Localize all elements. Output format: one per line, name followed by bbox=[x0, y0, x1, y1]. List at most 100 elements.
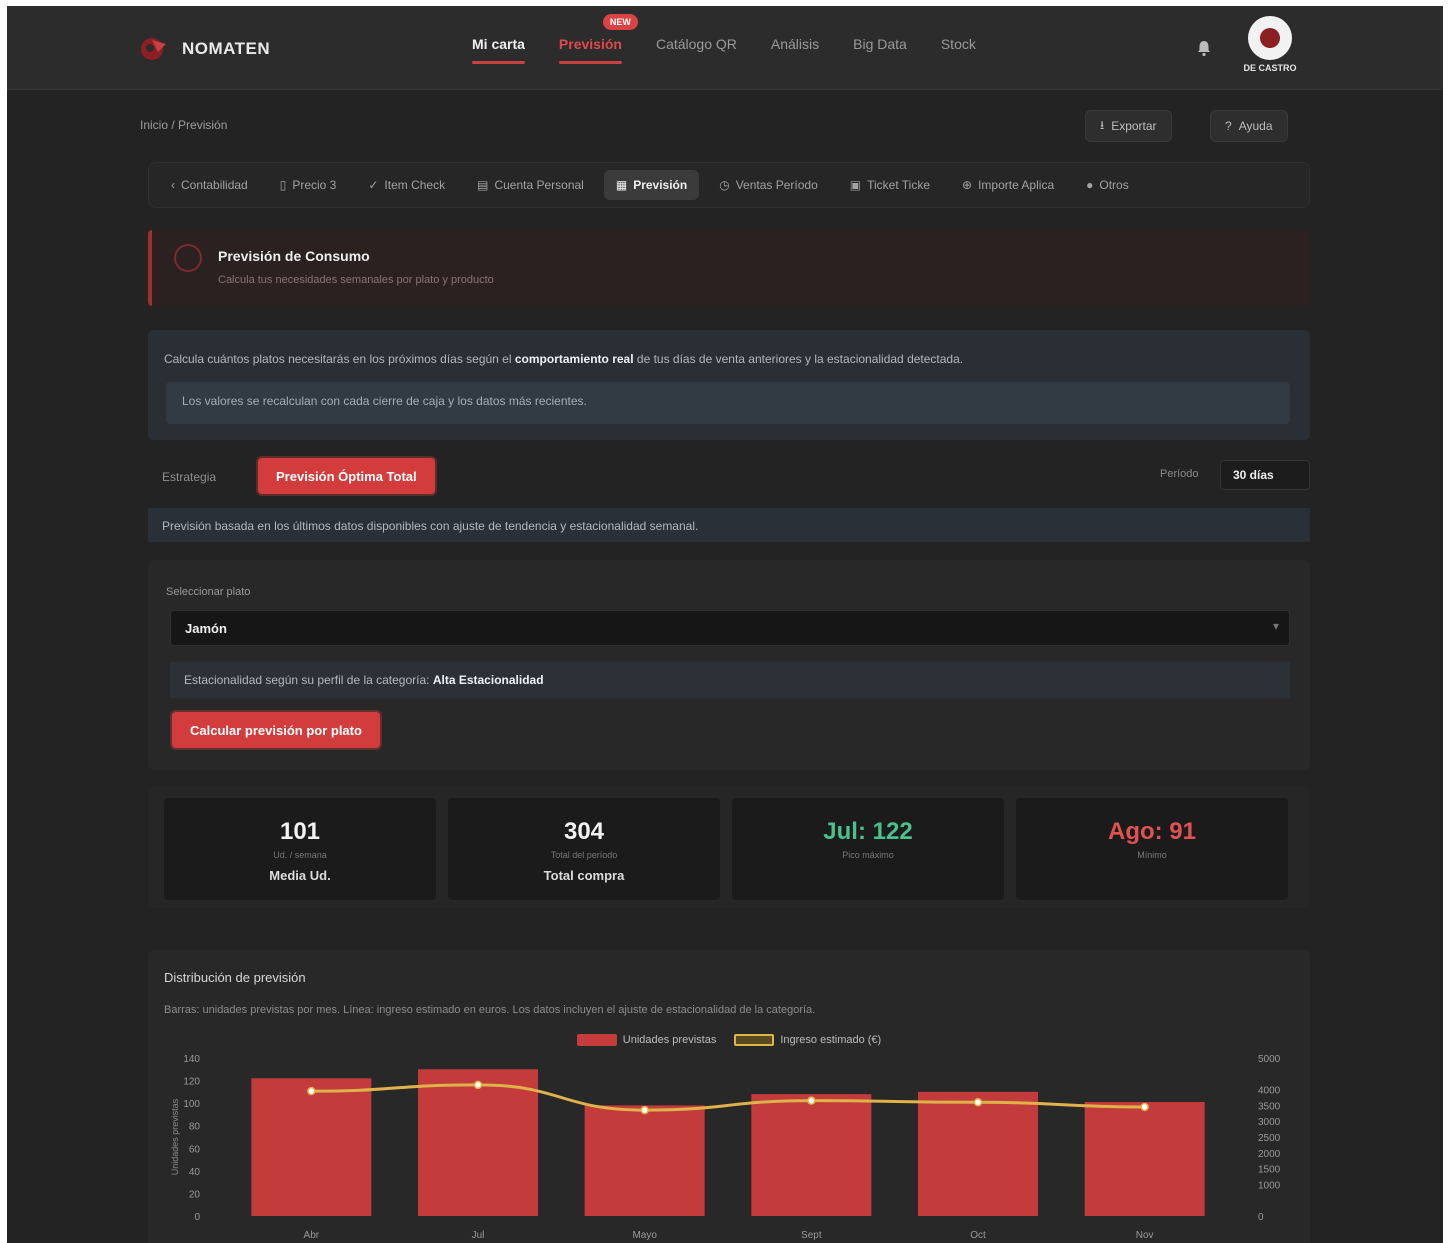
y-tick-label: 60 bbox=[189, 1144, 201, 1155]
legend-swatch bbox=[576, 1034, 617, 1046]
dish-select-value: Jamón bbox=[185, 621, 227, 636]
chart-subtitle: Barras: unidades previstas por mes. Líne… bbox=[164, 1004, 816, 1016]
period-label: Período bbox=[1160, 468, 1199, 480]
period-select[interactable]: 30 días bbox=[1220, 460, 1310, 490]
line-point bbox=[473, 1080, 483, 1090]
info-note: Los valores se recalculan con cada cierr… bbox=[166, 382, 1290, 424]
help-button[interactable]: ? Ayuda bbox=[1210, 110, 1288, 142]
stat-value: 101 bbox=[279, 818, 321, 845]
stats-row: 101 Ud. / semana Media Ud. 304 Total del… bbox=[148, 786, 1310, 908]
tab-contabilidad[interactable]: ‹ Contabilidad bbox=[159, 170, 260, 200]
chart-title: Distribución de previsión bbox=[164, 970, 306, 985]
y2-tick-label: 0 bbox=[1258, 1212, 1264, 1223]
check-icon: ✓ bbox=[368, 178, 379, 192]
bar bbox=[418, 1069, 538, 1216]
y2-tick-label: 2000 bbox=[1258, 1149, 1281, 1160]
more-icon: ● bbox=[1086, 178, 1094, 192]
chart-legend: Unidades previstas Ingreso estimado (€) bbox=[148, 1034, 1310, 1046]
breadcrumb: Inicio / Previsión bbox=[140, 118, 228, 132]
section-subtitle: Calcula tus necesidades semanales por pl… bbox=[218, 274, 494, 286]
avatar bbox=[1248, 16, 1292, 60]
stat-card: Ago: 91 Mínimo bbox=[1016, 798, 1288, 900]
nav-catalogo-qr[interactable]: Catálogo QR bbox=[656, 36, 737, 64]
info-text-bold: comportamiento real bbox=[514, 352, 634, 366]
ticket-icon: ▣ bbox=[849, 178, 862, 192]
x-tick-label: Mayo bbox=[632, 1230, 657, 1241]
stat-sub: Total compra bbox=[543, 868, 625, 883]
amount-icon: ⊕ bbox=[962, 178, 973, 192]
line-point bbox=[973, 1097, 983, 1107]
user-menu[interactable]: DE CASTRO bbox=[1235, 16, 1305, 73]
sales-icon: ◷ bbox=[719, 178, 730, 192]
y2-tick-label: 3500 bbox=[1258, 1101, 1281, 1112]
brand-name: NOMATEN bbox=[182, 39, 271, 58]
tab-prevision[interactable]: ▦ Previsión bbox=[603, 170, 700, 200]
stat-value: 304 bbox=[563, 818, 605, 845]
x-tick-label: Abr bbox=[304, 1230, 320, 1241]
tab-importe[interactable]: ⊕ Importe Aplica bbox=[950, 170, 1066, 200]
bar bbox=[918, 1091, 1038, 1216]
nav-analisis[interactable]: Análisis bbox=[771, 36, 819, 64]
tab-label: Importe Aplica bbox=[978, 178, 1055, 192]
top-navbar: NOMATEN Mi carta Previsión NEW Catálogo … bbox=[7, 6, 1443, 90]
nav-stock[interactable]: Stock bbox=[941, 36, 976, 64]
tab-otros[interactable]: ● Otros bbox=[1074, 170, 1141, 200]
stat-label: Pico máximo bbox=[842, 850, 894, 860]
tab-label: Cuenta Personal bbox=[494, 178, 584, 192]
y-axis-label: Unidades previstas bbox=[170, 1098, 180, 1175]
dish-select[interactable]: Jamón ▾ bbox=[170, 610, 1290, 646]
forecast-chart: 0 20 40 60 80 100 120 140 Unidades previstas 0 100… bbox=[170, 1054, 1281, 1241]
y2-tick-label: 4000 bbox=[1258, 1086, 1281, 1097]
tab-ticket[interactable]: ▣ Ticket Ticke bbox=[838, 170, 942, 200]
y-tick-label: 80 bbox=[189, 1122, 201, 1133]
export-label: Exportar bbox=[1111, 119, 1157, 133]
tab-label: Ticket Ticke bbox=[867, 178, 931, 192]
tab-item-check[interactable]: ✓ Item Check bbox=[356, 170, 457, 200]
y2-tick-label: 1000 bbox=[1258, 1180, 1281, 1191]
strategy-label: Estrategia bbox=[162, 470, 217, 484]
stat-card: 101 Ud. / semana Media Ud. bbox=[164, 798, 436, 900]
forecast-icon: ▦ bbox=[615, 178, 628, 192]
info-text: Calcula cuántos platos necesitarás en lo… bbox=[164, 352, 963, 366]
forecast-circle-icon bbox=[174, 244, 202, 272]
x-tick-label: Jul bbox=[472, 1230, 485, 1241]
info-panel: Calcula cuántos platos necesitarás en lo… bbox=[148, 330, 1310, 440]
stat-label: Mínimo bbox=[1137, 850, 1167, 860]
price-icon: ▯ bbox=[279, 178, 287, 192]
stat-sub: Media Ud. bbox=[269, 868, 331, 883]
toolbar: Inicio / Previsión ⭳ Exportar ? Ayuda bbox=[140, 108, 1310, 144]
strategy-button[interactable]: Previsión Óptima Total bbox=[258, 458, 435, 494]
bar bbox=[1084, 1102, 1205, 1216]
bar bbox=[251, 1078, 372, 1216]
nav-big-data[interactable]: Big Data bbox=[853, 36, 907, 64]
stat-value: Ago: 91 bbox=[1107, 818, 1196, 845]
strategy-description: Previsión basada en los últimos datos di… bbox=[148, 508, 1310, 542]
x-tick-label: Sept bbox=[801, 1230, 822, 1241]
dish-form: Seleccionar plato Jamón ▾ Estacionalidad… bbox=[148, 560, 1310, 770]
legend-label: Ingreso estimado (€) bbox=[780, 1034, 882, 1046]
x-tick-label: Nov bbox=[1136, 1230, 1154, 1241]
legend-line[interactable]: Ingreso estimado (€) bbox=[734, 1034, 881, 1046]
section-header: Previsión de Consumo Calcula tus necesid… bbox=[148, 230, 1310, 306]
brand-logo[interactable]: NOMATEN bbox=[138, 32, 270, 66]
nav-prevision-label: Previsión bbox=[558, 36, 622, 52]
stat-value: Jul: 122 bbox=[823, 818, 913, 845]
legend-label: Unidades previstas bbox=[622, 1034, 717, 1046]
y-tick-label: 40 bbox=[189, 1167, 201, 1178]
bell-icon[interactable] bbox=[1195, 39, 1213, 57]
x-tick-label: Oct bbox=[970, 1230, 986, 1241]
tab-label: Contabilidad bbox=[181, 178, 248, 192]
tab-label: Precio 3 bbox=[292, 178, 337, 192]
y-tick-label: 20 bbox=[189, 1189, 201, 1200]
export-button[interactable]: ⭳ Exportar bbox=[1085, 110, 1172, 142]
nav-mi-carta[interactable]: Mi carta bbox=[472, 36, 525, 64]
calculate-button[interactable]: Calcular previsión por plato bbox=[172, 712, 380, 748]
line-point bbox=[1140, 1102, 1149, 1112]
new-badge: NEW bbox=[602, 14, 638, 30]
download-icon: ⭳ bbox=[1100, 117, 1105, 132]
tab-precio[interactable]: ▯ Precio 3 bbox=[268, 170, 349, 200]
nav-prevision[interactable]: Previsión NEW bbox=[558, 14, 638, 64]
tab-ventas[interactable]: ◷ Ventas Período bbox=[707, 170, 830, 200]
legend-bars[interactable]: Unidades previstas bbox=[576, 1034, 717, 1046]
tab-cuenta[interactable]: ▤ Cuenta Personal bbox=[465, 170, 596, 200]
